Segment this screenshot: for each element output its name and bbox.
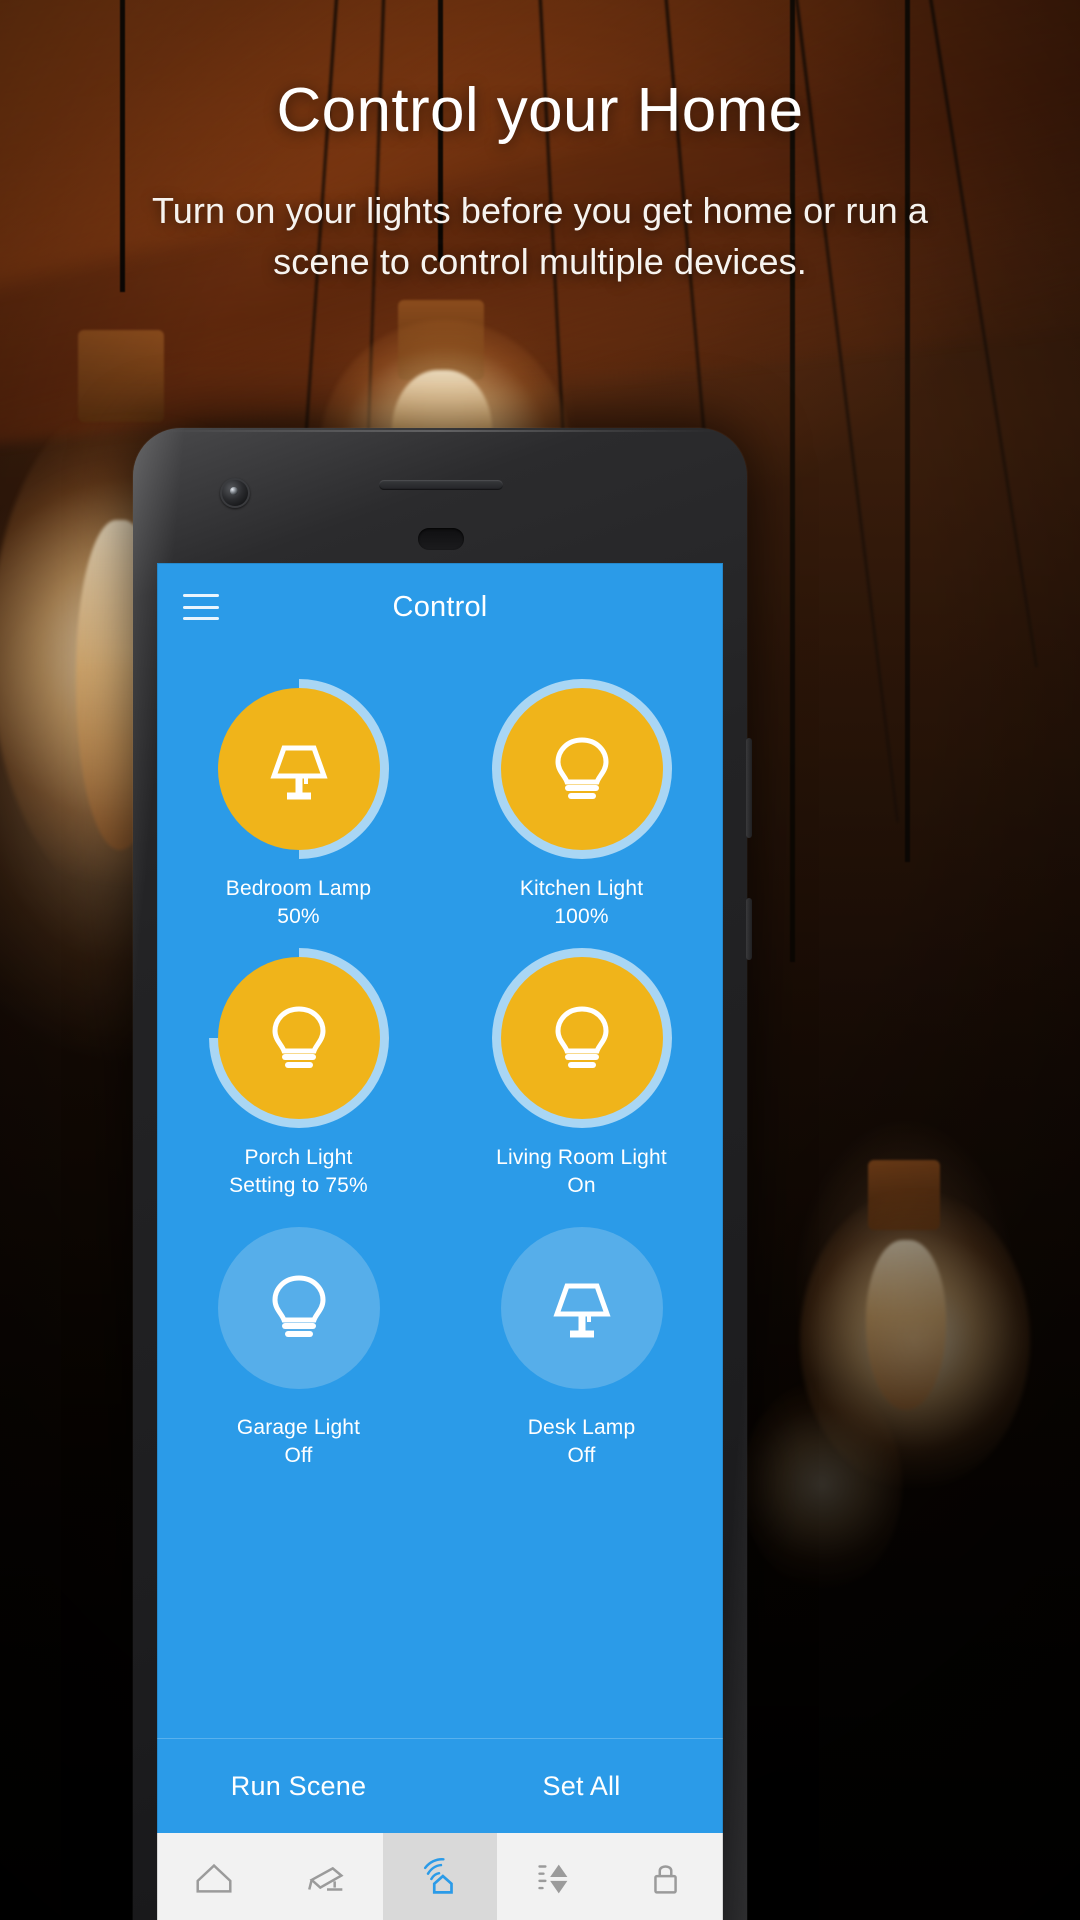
device-tile[interactable]: Living Room Light On [440, 948, 723, 1199]
bulb-icon [262, 999, 336, 1078]
device-tile[interactable]: Porch Light Setting to 75% [157, 948, 440, 1199]
device-label: Desk Lamp Off [528, 1414, 636, 1469]
device-tile[interactable]: Kitchen Light 100% [440, 679, 723, 930]
device-name: Kitchen Light [519, 877, 644, 900]
power-button[interactable] [746, 898, 752, 960]
device-dimmer-ring[interactable] [208, 948, 389, 1129]
device-state: 50% [277, 904, 320, 928]
nav-levels[interactable] [497, 1833, 610, 1920]
device-name: Garage Light [236, 1415, 361, 1439]
nav-camera[interactable] [270, 1833, 383, 1920]
device-name: Living Room Light [496, 1146, 667, 1170]
lamp-icon [262, 730, 336, 809]
speaker-grille-icon [379, 480, 503, 490]
set-all-button[interactable]: Set All [440, 1771, 723, 1802]
hero-subtitle: Turn on your lights before you get home … [152, 190, 928, 283]
device-toggle-button[interactable] [217, 688, 380, 850]
bulb-icon [262, 1268, 336, 1347]
earpiece-icon [418, 528, 464, 550]
app-bar: Control [157, 563, 723, 651]
phone-screen: Control Bedroom Lamp 50% Kitchen Light 100%… [157, 563, 723, 1920]
levels-icon [530, 1855, 576, 1906]
device-state: Off [284, 1443, 313, 1467]
camera-icon [304, 1855, 350, 1906]
device-toggle-button[interactable] [500, 1226, 663, 1389]
bottom-navigation [157, 1833, 723, 1920]
device-grid: Bedroom Lamp 50% Kitchen Light 100% Porch Li… [157, 651, 723, 1469]
bulb-icon [545, 730, 619, 809]
device-tile[interactable]: Garage Light Off [157, 1218, 440, 1469]
device-tile[interactable]: Desk Lamp Off [440, 1218, 723, 1469]
page-title: Control [392, 590, 488, 623]
action-bar: Run Scene Set All [157, 1738, 723, 1833]
nav-lock[interactable] [610, 1833, 723, 1920]
device-dimmer-ring[interactable] [209, 1218, 389, 1398]
device-dimmer-ring[interactable] [208, 679, 389, 859]
hero-section: Control your Home Turn on your lights be… [0, 78, 1080, 287]
device-label: Living Room Light On [496, 1144, 667, 1199]
device-toggle-button[interactable] [500, 688, 663, 850]
lamp-icon [545, 1268, 619, 1347]
device-toggle-button[interactable] [500, 957, 663, 1120]
device-name: Desk Lamp [527, 1415, 636, 1439]
home-icon [191, 1855, 237, 1906]
device-dimmer-ring[interactable] [492, 1218, 672, 1398]
device-state: 100% [554, 904, 609, 928]
device-state: Off [567, 1443, 596, 1467]
bulb-icon [545, 999, 619, 1078]
device-state: Setting to 75% [229, 1174, 368, 1198]
device-label: Kitchen Light 100% [520, 875, 643, 930]
wifi-home-icon [417, 1855, 463, 1906]
device-toggle-button[interactable] [217, 1226, 380, 1389]
front-camera-icon [220, 478, 250, 508]
device-label: Bedroom Lamp 50% [226, 875, 371, 930]
device-tile[interactable]: Bedroom Lamp 50% [157, 679, 440, 930]
nav-wifi-home[interactable] [383, 1833, 497, 1920]
device-label: Porch Light Setting to 75% [229, 1144, 368, 1199]
run-scene-button[interactable]: Run Scene [157, 1771, 440, 1802]
device-dimmer-ring[interactable] [491, 948, 672, 1129]
phone-mockup: Control Bedroom Lamp 50% Kitchen Light 100%… [133, 428, 752, 1920]
device-state: On [567, 1174, 596, 1198]
lock-icon [643, 1855, 689, 1906]
device-dimmer-ring[interactable] [491, 679, 672, 859]
device-label: Garage Light Off [237, 1414, 360, 1469]
device-name: Bedroom Lamp [225, 877, 372, 900]
hamburger-menu-icon[interactable] [183, 594, 219, 620]
nav-home[interactable] [157, 1833, 270, 1920]
phone-top-highlight [161, 430, 719, 432]
hero-title: Control your Home [276, 76, 804, 145]
device-toggle-button[interactable] [217, 957, 380, 1120]
volume-button[interactable] [746, 738, 752, 838]
device-name: Porch Light [244, 1146, 353, 1170]
